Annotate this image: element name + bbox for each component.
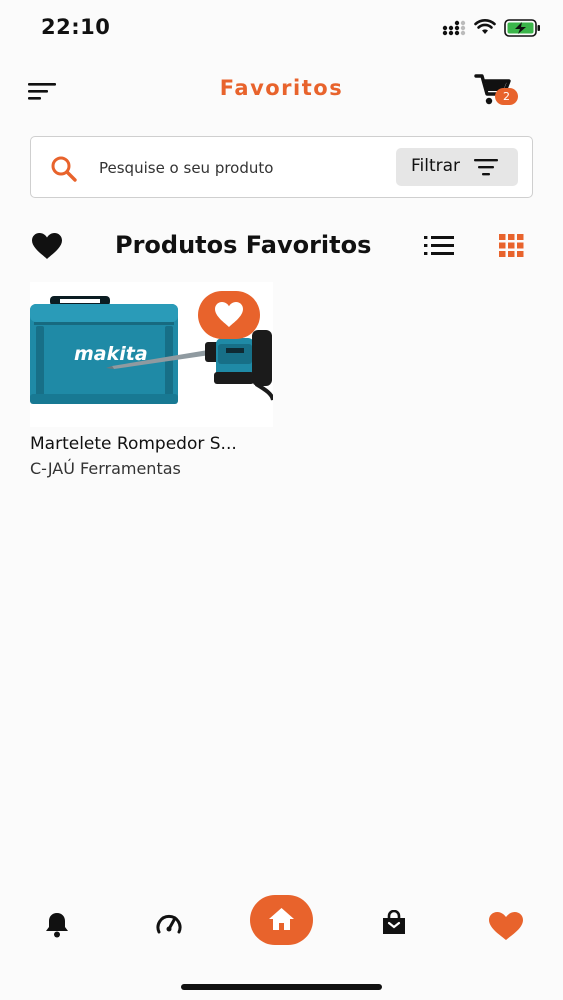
list-view-icon[interactable] xyxy=(424,235,454,257)
shopping-bag-icon[interactable] xyxy=(381,910,407,936)
search-icon xyxy=(51,156,77,182)
brand-logo-text: makita xyxy=(74,343,148,365)
heart-filled-icon xyxy=(215,302,243,327)
brand-logo: makita xyxy=(74,343,148,365)
bell-icon[interactable] xyxy=(45,912,69,938)
favorite-button[interactable] xyxy=(198,291,260,339)
search-bar: Filtrar xyxy=(30,136,533,198)
speedometer-icon[interactable] xyxy=(155,912,183,936)
heart-icon xyxy=(32,233,62,259)
filter-button[interactable]: Filtrar xyxy=(396,148,518,186)
status-bar: 22:10 xyxy=(0,0,563,56)
heart-icon[interactable] xyxy=(488,911,524,941)
section-title: Produtos Favoritos xyxy=(115,231,372,259)
grid-view-icon[interactable] xyxy=(499,234,524,257)
product-name: Martelete Rompedor S... xyxy=(30,434,237,454)
app-header: Favoritos 2 xyxy=(0,60,563,120)
home-icon xyxy=(269,908,294,930)
cellular-signal-icon xyxy=(442,20,466,36)
wifi-icon xyxy=(474,19,496,34)
status-time: 22:10 xyxy=(41,15,111,39)
cart-count-badge: 2 xyxy=(495,88,518,105)
filter-icon xyxy=(474,159,498,176)
cart-button[interactable]: 2 xyxy=(474,72,520,112)
favorites-section-header: Produtos Favoritos xyxy=(0,226,563,268)
filter-label: Filtrar xyxy=(411,156,461,176)
home-indicator xyxy=(181,984,382,990)
bottom-navigation xyxy=(0,880,563,970)
home-button[interactable] xyxy=(250,895,313,945)
product-card[interactable]: makita Martelete Rompedor S... C-JAÚ Fer… xyxy=(30,282,273,482)
product-image: makita xyxy=(30,282,273,427)
product-seller: C-JAÚ Ferramentas xyxy=(30,459,181,478)
search-input[interactable] xyxy=(99,155,389,181)
battery-charging-icon xyxy=(504,19,540,37)
